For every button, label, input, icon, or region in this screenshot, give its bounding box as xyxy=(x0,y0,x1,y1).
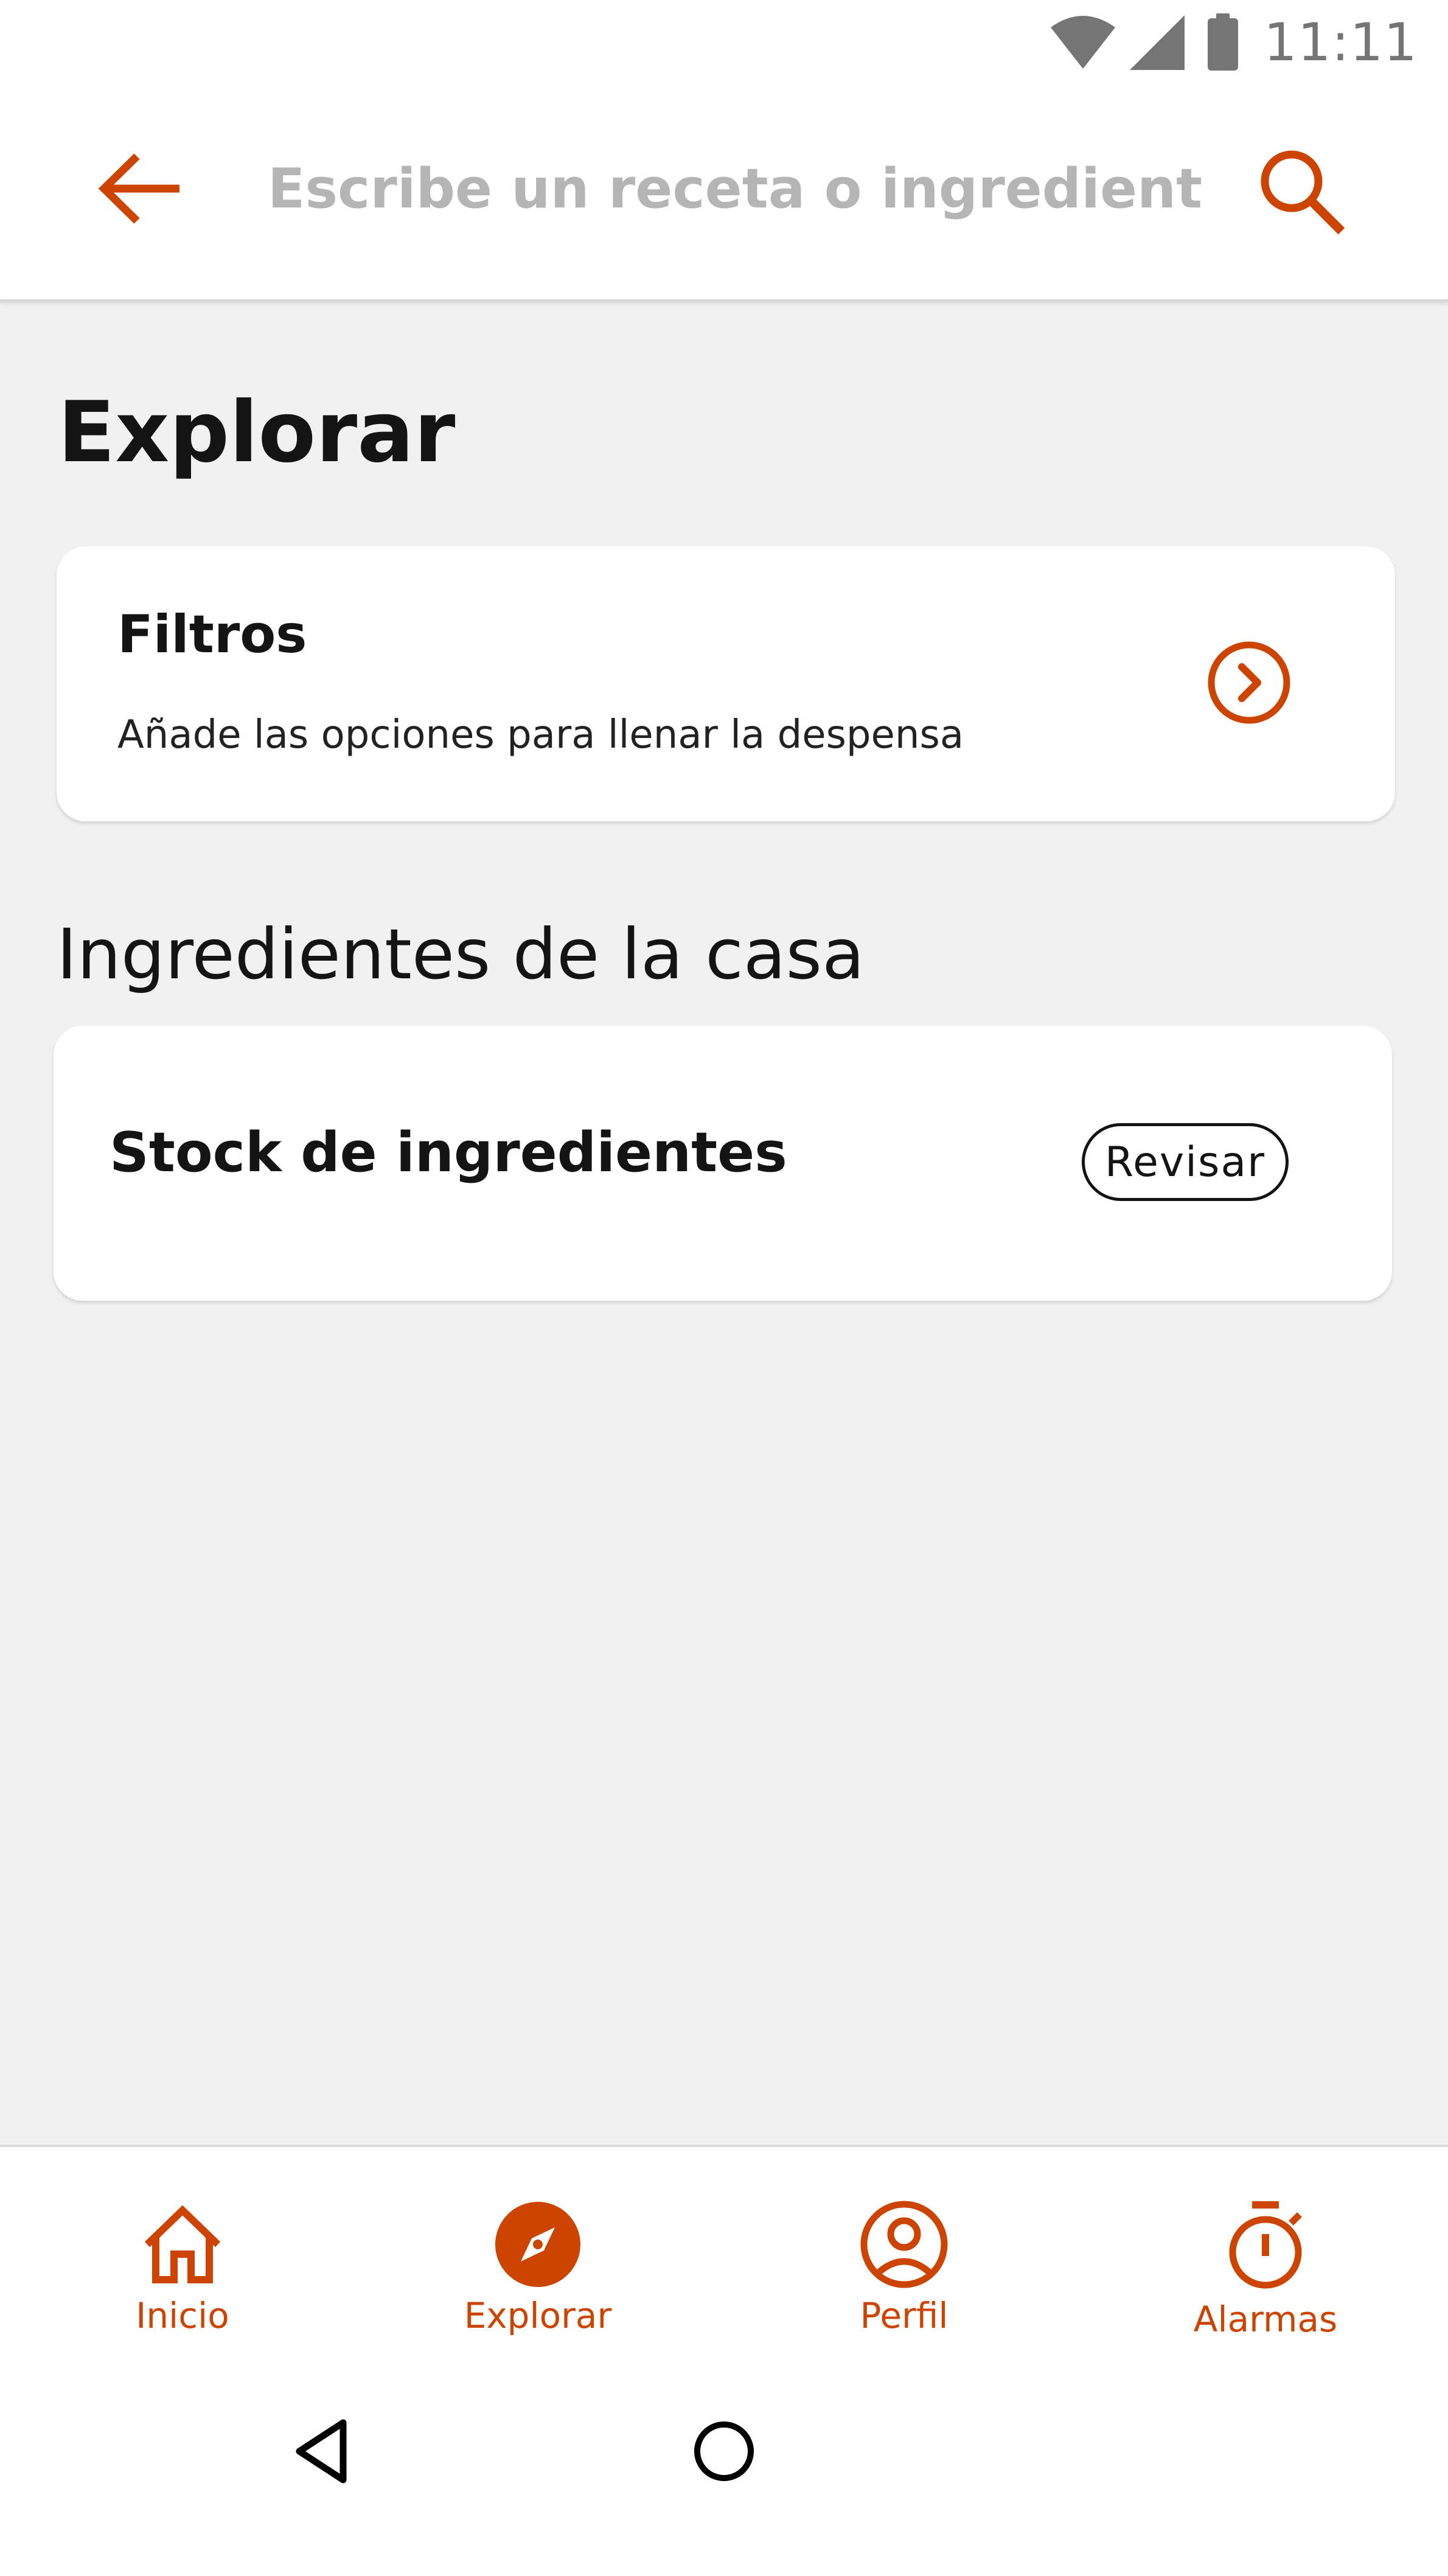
system-back-icon xyxy=(292,2418,353,2488)
search-input[interactable] xyxy=(268,146,1205,231)
battery-icon xyxy=(1206,13,1239,72)
screen: 11:11 Explorar Filtros Añade la xyxy=(0,0,1448,2576)
back-button[interactable] xyxy=(91,141,189,238)
bottom-nav: Inicio Explorar Perfil Alarmas xyxy=(0,2145,1448,2382)
nav-label-inicio: Inicio xyxy=(136,2295,229,2336)
filters-subtitle: Añade las opciones para llenar la despen… xyxy=(117,712,964,757)
timer-icon xyxy=(1217,2196,1314,2293)
main-content: Explorar Filtros Añade las opciones para… xyxy=(0,299,1448,2145)
signal-icon xyxy=(1127,14,1186,71)
status-icons: 11:11 xyxy=(1049,11,1418,74)
nav-item-alarmas[interactable]: Alarmas xyxy=(1138,2196,1393,2354)
filters-open-button[interactable] xyxy=(1200,635,1298,733)
wifi-icon xyxy=(1049,15,1116,70)
system-home-button[interactable] xyxy=(681,2410,767,2495)
stock-title: Stock de ingredientes xyxy=(110,1121,787,1185)
system-back-button[interactable] xyxy=(280,2410,365,2495)
status-bar: 11:11 xyxy=(0,0,1448,85)
system-home-icon xyxy=(692,2420,756,2486)
nav-label-perfil: Perfil xyxy=(860,2295,949,2336)
search-icon xyxy=(1256,146,1348,240)
nav-item-perfil[interactable]: Perfil xyxy=(776,2196,1032,2354)
nav-item-explorar[interactable]: Explorar xyxy=(410,2196,666,2354)
filters-title: Filtros xyxy=(117,604,307,665)
nav-label-explorar: Explorar xyxy=(464,2295,612,2336)
search-app-bar xyxy=(0,85,1448,302)
page-title: Explorar xyxy=(58,383,456,481)
stock-card: Stock de ingredientes Revisar xyxy=(54,1026,1392,1301)
filters-card[interactable]: Filtros Añade las opciones para llenar l… xyxy=(57,546,1395,821)
chevron-right-circle-icon xyxy=(1206,640,1292,728)
profile-icon xyxy=(855,2196,953,2293)
home-icon xyxy=(134,2196,231,2293)
nav-item-inicio[interactable]: Inicio xyxy=(55,2196,310,2354)
search-button[interactable] xyxy=(1250,141,1354,245)
compass-icon xyxy=(489,2196,587,2293)
nav-label-alarmas: Alarmas xyxy=(1193,2299,1338,2340)
back-arrow-icon xyxy=(94,149,186,231)
status-time: 11:11 xyxy=(1264,12,1418,73)
section-title: Ingredientes de la casa xyxy=(57,914,865,995)
review-button[interactable]: Revisar xyxy=(1082,1123,1289,1201)
system-nav-bar xyxy=(0,2382,1448,2576)
